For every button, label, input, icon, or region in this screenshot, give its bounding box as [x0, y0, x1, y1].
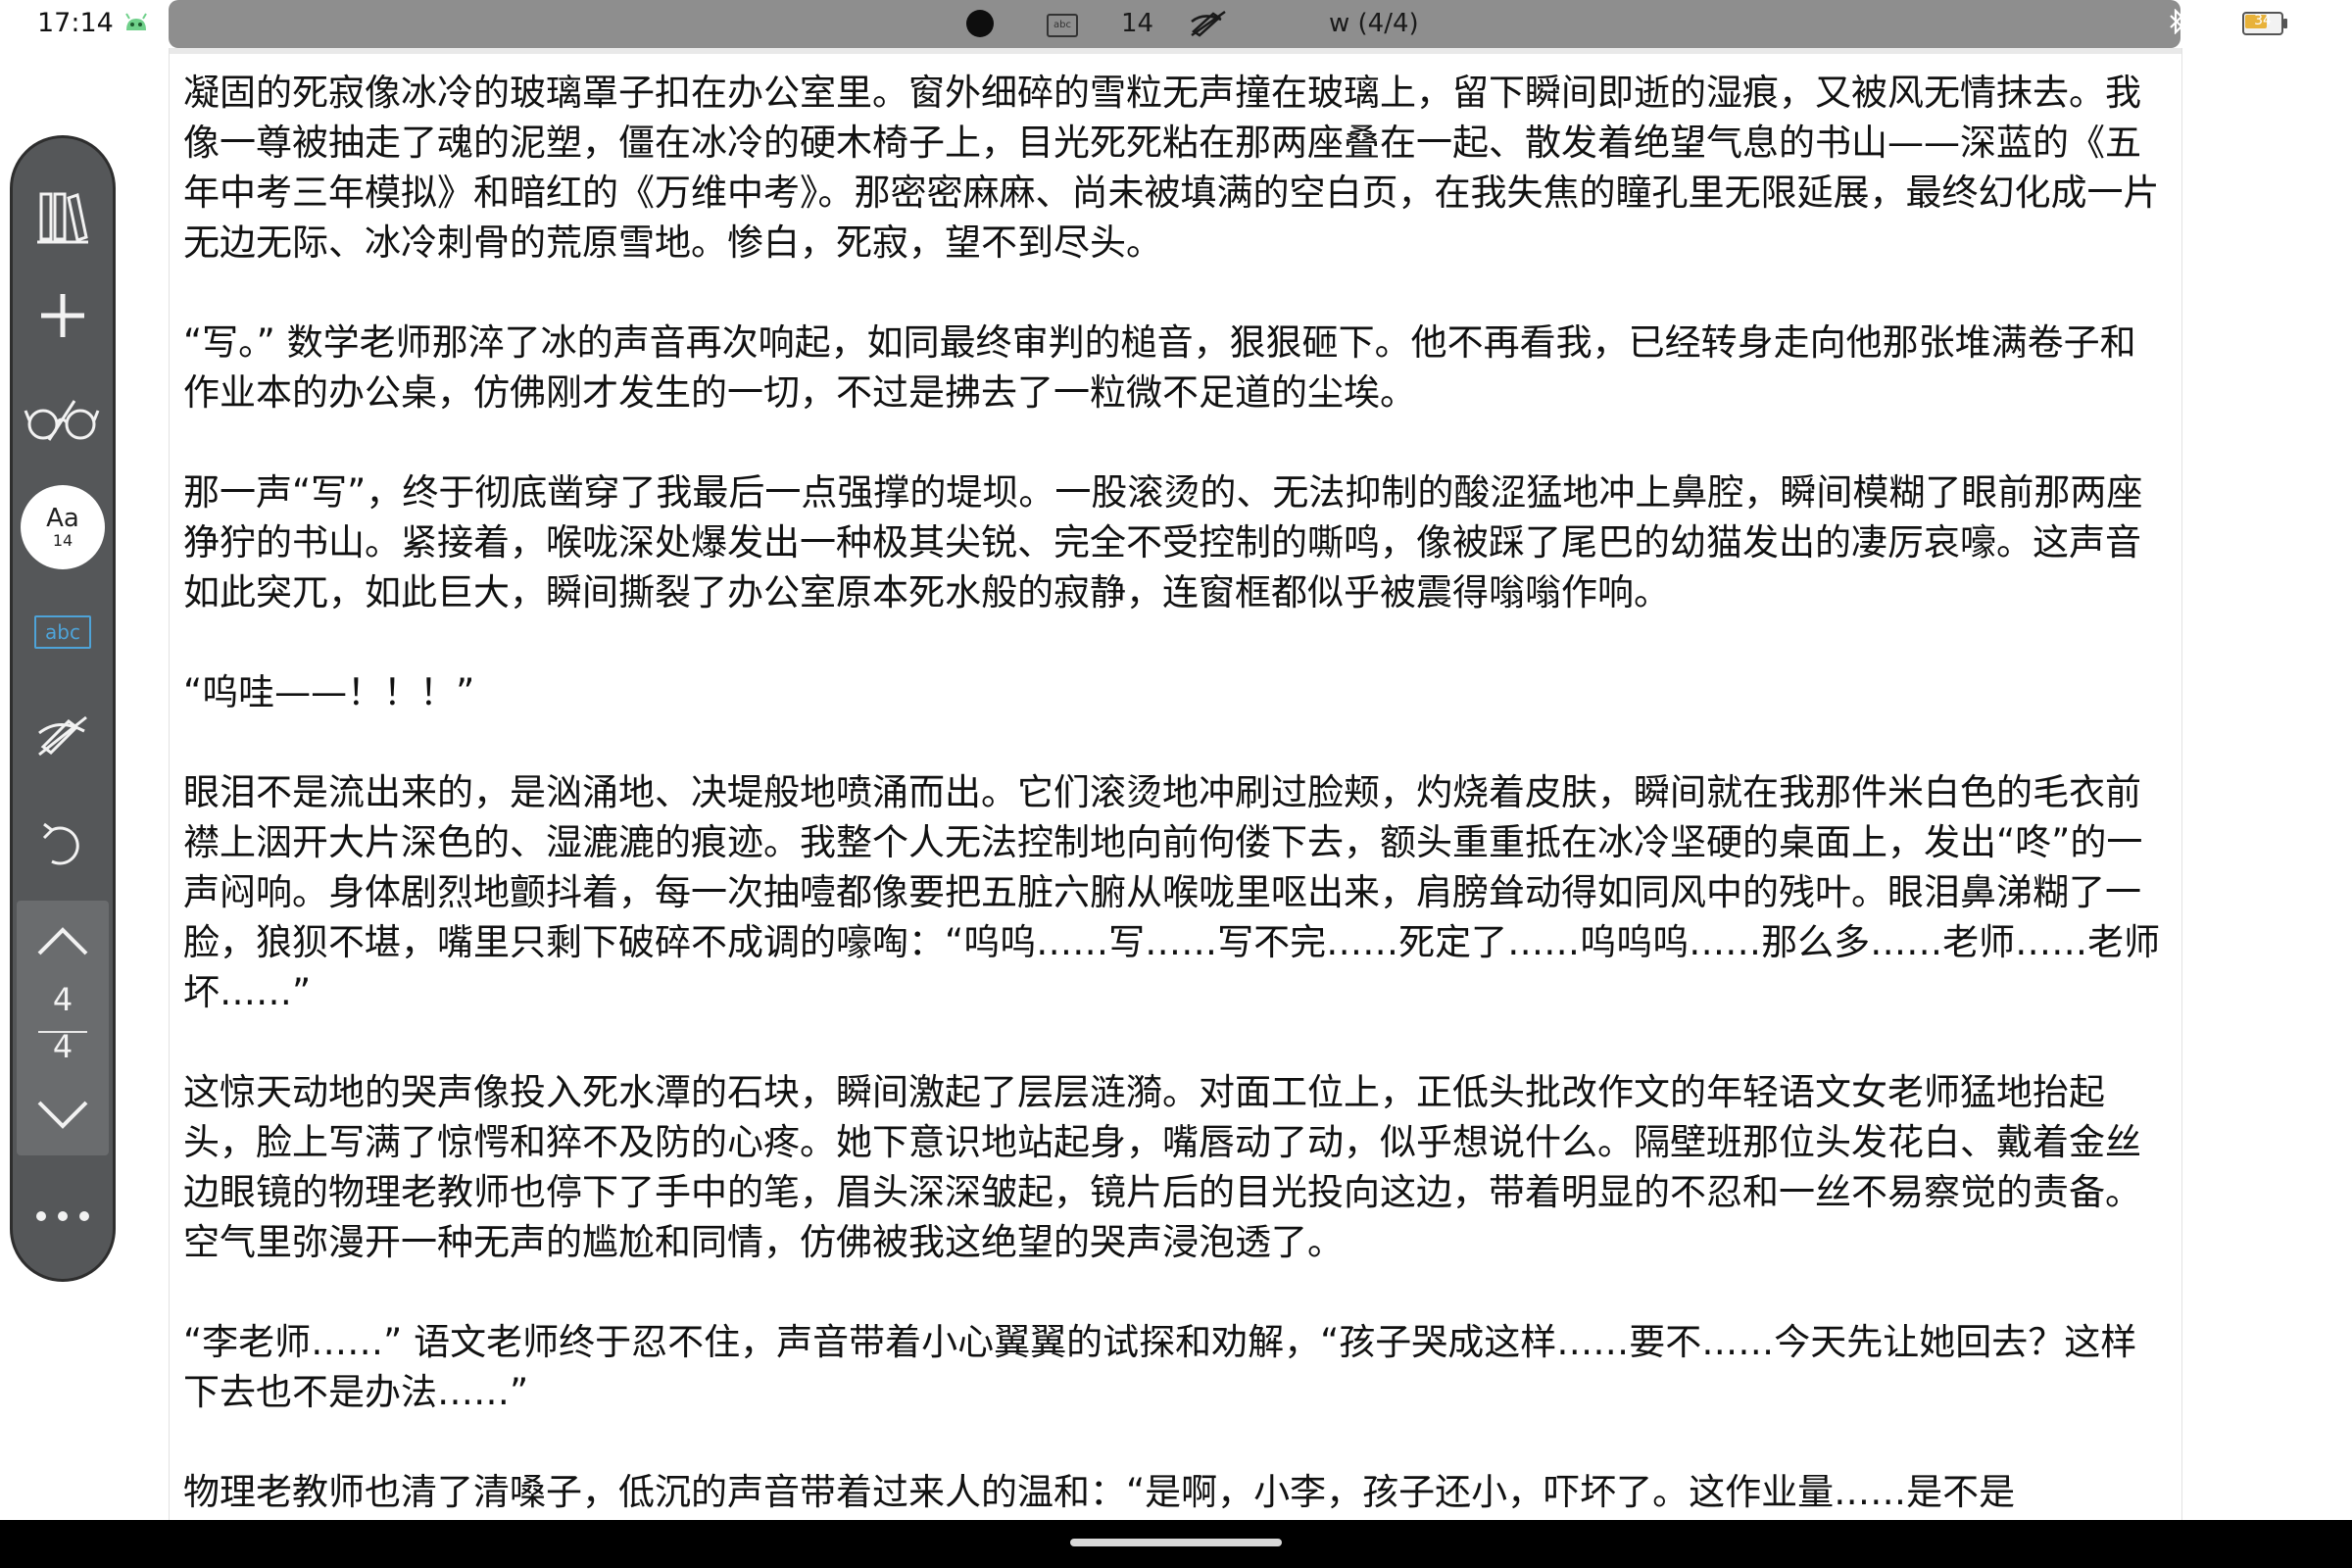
undo-icon[interactable]: [13, 814, 113, 873]
library-icon[interactable]: [13, 179, 113, 252]
glasses-icon[interactable]: [13, 385, 113, 454]
system-nav-bar: [0, 1520, 2352, 1568]
paragraph: 这惊天动地的哭声像投入死水潭的石块，瞬间激起了层层涟漪。对面工位上，正低头批改作…: [183, 1071, 2141, 1263]
font-size-button[interactable]: Aa 14: [13, 483, 113, 571]
android-icon: [123, 11, 149, 34]
page-up-icon[interactable]: [13, 914, 113, 967]
paragraph: “李老师……” 语文老师终于忍不住，声音带着小心翼翼的试探和劝解，“孩子哭成这样…: [183, 1321, 2137, 1413]
reader-toolbar: Aa 14 abc 4 4: [10, 135, 116, 1282]
bluetooth-icon: [2168, 8, 2185, 38]
abc-icon[interactable]: abc: [1047, 14, 1078, 37]
status-bar: 17:14 abc 14 w (4/4) 34: [0, 0, 2352, 48]
wifi-icon: [2199, 10, 2229, 37]
abc-label: abc: [34, 615, 91, 649]
page-top-edge: [170, 48, 2181, 54]
system-icons: 34: [2168, 8, 2287, 38]
paragraph: “写。” 数学老师那淬了冰的声音再次响起，如同最终审判的槌音，狠狠砸下。他不再看…: [183, 321, 2136, 414]
battery-level: 34: [2254, 13, 2272, 28]
home-gesture-bar[interactable]: [1070, 1539, 1282, 1546]
abc-button[interactable]: abc: [13, 611, 113, 654]
font-label: Aa: [46, 504, 79, 533]
battery-icon: 34: [2242, 12, 2287, 35]
record-dot-icon[interactable]: [966, 10, 994, 37]
reader-status-strip: [169, 0, 2180, 48]
document-indicator: w (4/4): [1329, 9, 1419, 38]
paragraph: “呜哇——！！！”: [183, 671, 475, 713]
more-dots-icon[interactable]: [13, 1197, 113, 1236]
paragraph: 物理老教师也清了清嗓子，低沉的声音带着过来人的温和：“是啊，小李，孩子还小，吓坏…: [183, 1471, 2016, 1513]
paragraph: 那一声“写”，终于彻底凿穿了我最后一点强撑的堤坝。一股滚烫的、无法抑制的酸涩猛地…: [183, 471, 2143, 613]
paragraph: 眼泪不是流出来的，是汹涌地、决堤般地喷涌而出。它们滚烫地冲刷过脸颊，灼烧着皮肤，…: [183, 771, 2161, 1013]
paragraph: 凝固的死寂像冰冷的玻璃罩子扣在办公室里。窗外细碎的雪粒无声撞在玻璃上，留下瞬间即…: [183, 72, 2160, 264]
page-current: 4: [52, 981, 74, 1018]
reader-text[interactable]: 凝固的死寂像冰冷的玻璃罩子扣在办公室里。窗外细碎的雪粒无声撞在玻璃上，留下瞬间即…: [183, 68, 2163, 1567]
page-down-icon[interactable]: [13, 1089, 113, 1142]
page-navigator: 4 4: [17, 901, 109, 1155]
plus-icon[interactable]: [13, 281, 113, 350]
reader-page[interactable]: 凝固的死寂像冰冷的玻璃罩子扣在办公室里。窗外细碎的雪粒无声撞在玻璃上，留下瞬间即…: [169, 48, 2182, 1520]
pen-off-icon[interactable]: [13, 705, 113, 763]
status-font-size: 14: [1121, 9, 1154, 38]
pen-off-icon[interactable]: [1188, 8, 1227, 44]
font-size-value: 14: [52, 531, 74, 550]
clock: 17:14: [37, 8, 114, 38]
page-total: 4: [52, 1028, 74, 1065]
